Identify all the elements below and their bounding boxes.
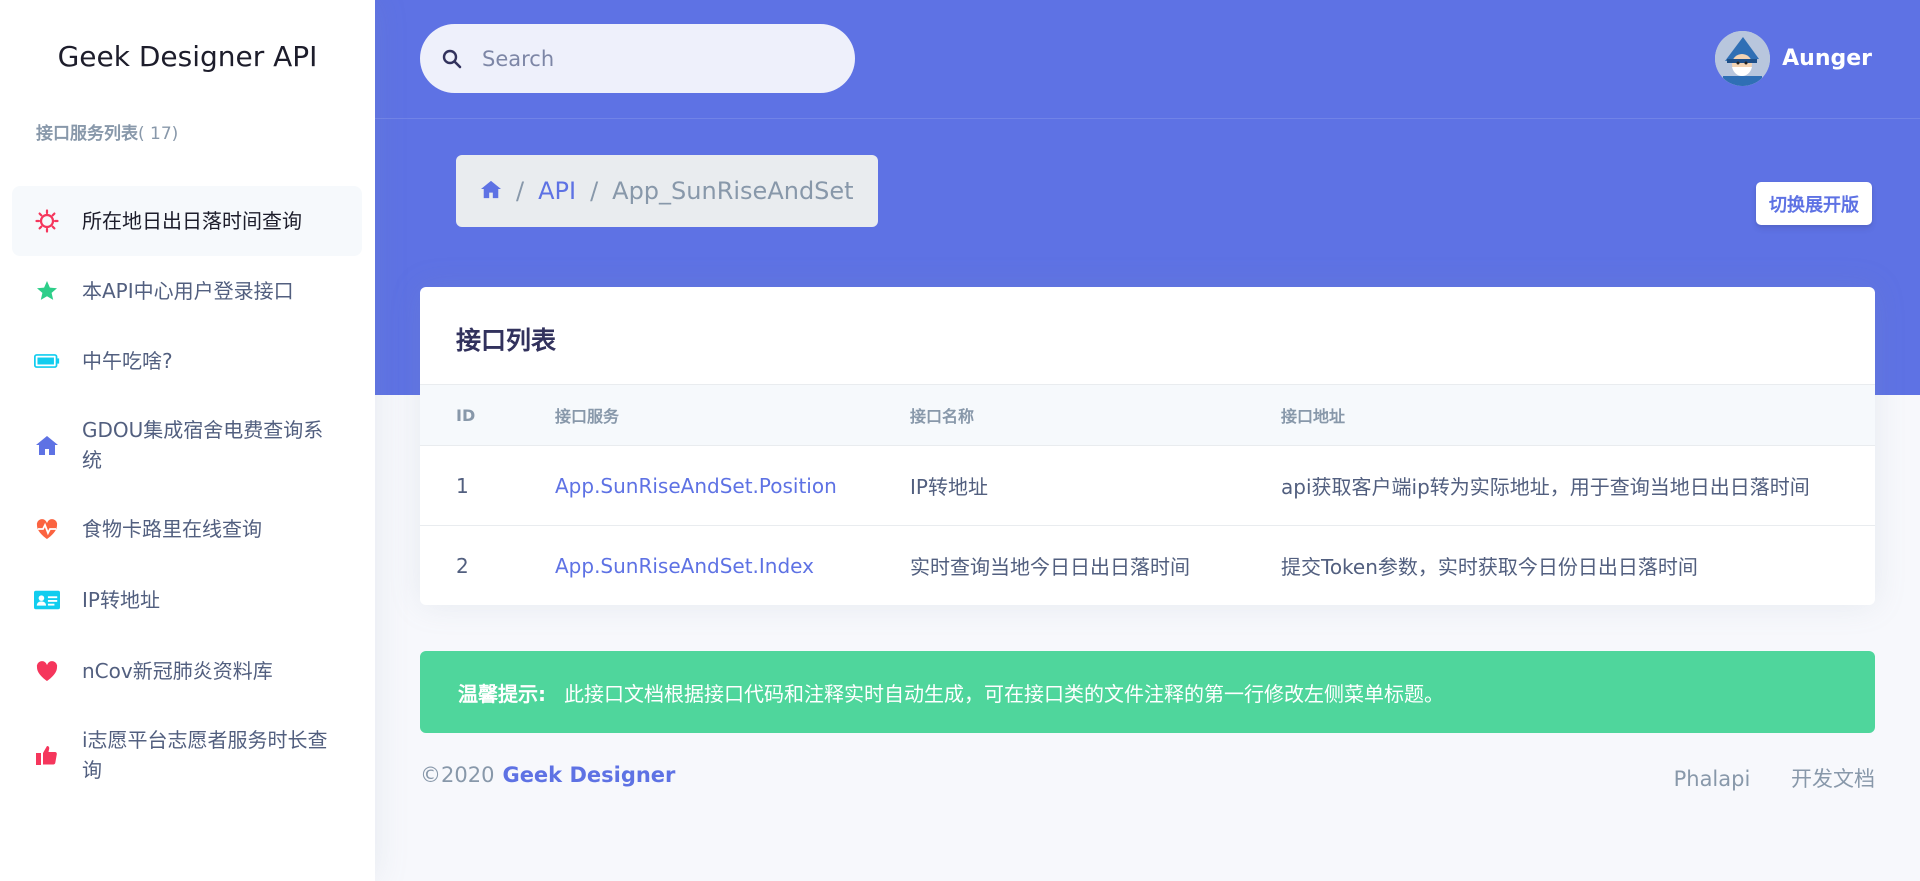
column-header-service: 接口服务 xyxy=(555,384,910,446)
cell-description: 提交Token参数，实时获取今日份日出日落时间 xyxy=(1281,555,1698,580)
sidebar-item-label: 所在地日出日落时间查询 xyxy=(82,209,302,233)
nav-heading: 接口服务列表( 17) xyxy=(36,119,178,144)
table-header-row: ID 接口服务 接口名称 接口地址 xyxy=(420,384,1875,446)
api-table: ID 接口服务 接口名称 接口地址 1 App.SunRiseAndSet.Po… xyxy=(420,384,1875,605)
breadcrumb-item-current: App_SunRiseAndSet xyxy=(612,177,854,205)
tip-alert: 温馨提示: 此接口文档根据接口代码和注释实时自动生成，可在接口类的文件注释的第一… xyxy=(420,651,1875,733)
sidebar-item-ip-address[interactable]: IP转地址 xyxy=(12,564,362,636)
topbar-divider xyxy=(375,118,1920,119)
sidebar-item-label: 中午吃啥? xyxy=(82,349,173,373)
cell-id: 2 xyxy=(456,553,469,578)
card-title: 接口列表 xyxy=(456,326,557,355)
footer-link-phalapi[interactable]: Phalapi xyxy=(1674,767,1751,791)
sidebar-item-lunch[interactable]: 中午吃啥? xyxy=(12,326,362,396)
sidebar: Geek Designer API 接口服务列表( 17) 所在地日出日落时间查… xyxy=(0,0,375,881)
sidebar-item-ncov[interactable]: nCov新冠肺炎资料库 xyxy=(12,636,362,706)
sun-icon xyxy=(34,208,60,234)
column-header-id: ID xyxy=(420,384,555,446)
column-header-name: 接口名称 xyxy=(910,384,1281,446)
cell-name: 实时查询当地今日日出日落时间 xyxy=(910,555,1190,580)
heart-pulse-icon xyxy=(34,516,60,542)
sidebar-item-label: nCov新冠肺炎资料库 xyxy=(82,659,273,683)
nav-list: 所在地日出日落时间查询 本API中心用户登录接口 中午吃啥? GDOU集成宿舍电… xyxy=(12,186,362,804)
search-input[interactable] xyxy=(482,46,822,71)
thumbs-up-icon xyxy=(34,742,60,768)
sidebar-item-login[interactable]: 本API中心用户登录接口 xyxy=(12,256,362,326)
breadcrumb: / API / App_SunRiseAndSet xyxy=(456,155,878,227)
search-icon xyxy=(442,49,462,68)
cell-name: IP转地址 xyxy=(910,445,1281,526)
sidebar-item-dorm-electricity[interactable]: GDOU集成宿舍电费查询系统 xyxy=(12,396,362,494)
sidebar-item-sunrise[interactable]: 所在地日出日落时间查询 xyxy=(12,186,362,256)
footer-link-docs[interactable]: 开发文档 xyxy=(1791,767,1875,791)
sidebar-item-label: i志愿平台志愿者服务时长查询 xyxy=(82,728,328,782)
cell-id: 1 xyxy=(420,445,555,526)
footer-links: Phalapi 开发文档 xyxy=(1640,763,1875,793)
toggle-expanded-view-button[interactable]: 切换展开版 xyxy=(1756,182,1872,225)
sidebar-item-label: 食物卡路里在线查询 xyxy=(82,517,262,541)
copyright-text: ©2020 xyxy=(420,763,495,787)
star-icon xyxy=(34,278,60,304)
breadcrumb-separator: / xyxy=(516,177,525,205)
nav-heading-text: 接口服务列表 xyxy=(36,124,138,144)
heart-icon xyxy=(34,658,60,684)
search-box[interactable] xyxy=(420,24,855,93)
sidebar-item-label: 本API中心用户登录接口 xyxy=(82,279,294,303)
username[interactable]: Aunger xyxy=(1782,46,1872,71)
home-icon[interactable] xyxy=(480,177,502,205)
alert-text: 此接口文档根据接口代码和注释实时自动生成，可在接口类的文件注释的第一行修改左侧菜… xyxy=(564,681,1444,706)
table-row: 2 App.SunRiseAndSet.Index 实时查询当地今日日出日落时间… xyxy=(420,526,1875,606)
api-list-card: 接口列表 ID 接口服务 接口名称 接口地址 1 App.SunRiseAndS… xyxy=(420,287,1875,605)
column-header-address: 接口地址 xyxy=(1281,384,1875,446)
home-icon xyxy=(34,432,60,458)
sidebar-item-calories[interactable]: 食物卡路里在线查询 xyxy=(12,494,362,564)
footer-copyright: ©2020 Geek Designer xyxy=(420,763,675,793)
cell-description: api获取客户端ip转为实际地址，用于查询当地日出日落时间 xyxy=(1281,445,1875,526)
sidebar-item-label: GDOU集成宿舍电费查询系统 xyxy=(82,418,324,472)
id-card-icon xyxy=(34,587,60,613)
avatar[interactable] xyxy=(1715,31,1771,86)
breadcrumb-separator: / xyxy=(590,177,599,205)
cell-service-link[interactable]: App.SunRiseAndSet.Index xyxy=(555,526,910,606)
user-menu[interactable]: Aunger xyxy=(1715,31,1872,86)
nav-heading-count: ( 17) xyxy=(138,124,179,144)
brand-title[interactable]: Geek Designer API xyxy=(0,40,375,73)
sidebar-item-label: IP转地址 xyxy=(82,588,160,612)
table-row: 1 App.SunRiseAndSet.Position IP转地址 api获取… xyxy=(420,445,1875,526)
breadcrumb-item-api[interactable]: API xyxy=(538,177,576,205)
footer: ©2020 Geek Designer Phalapi 开发文档 xyxy=(420,763,1875,793)
footer-brand-link[interactable]: Geek Designer xyxy=(502,763,675,787)
sidebar-item-volunteer[interactable]: i志愿平台志愿者服务时长查询 xyxy=(12,706,362,804)
cell-service-link[interactable]: App.SunRiseAndSet.Position xyxy=(555,445,910,526)
alert-label: 温馨提示: xyxy=(458,681,546,706)
battery-icon xyxy=(34,348,60,374)
